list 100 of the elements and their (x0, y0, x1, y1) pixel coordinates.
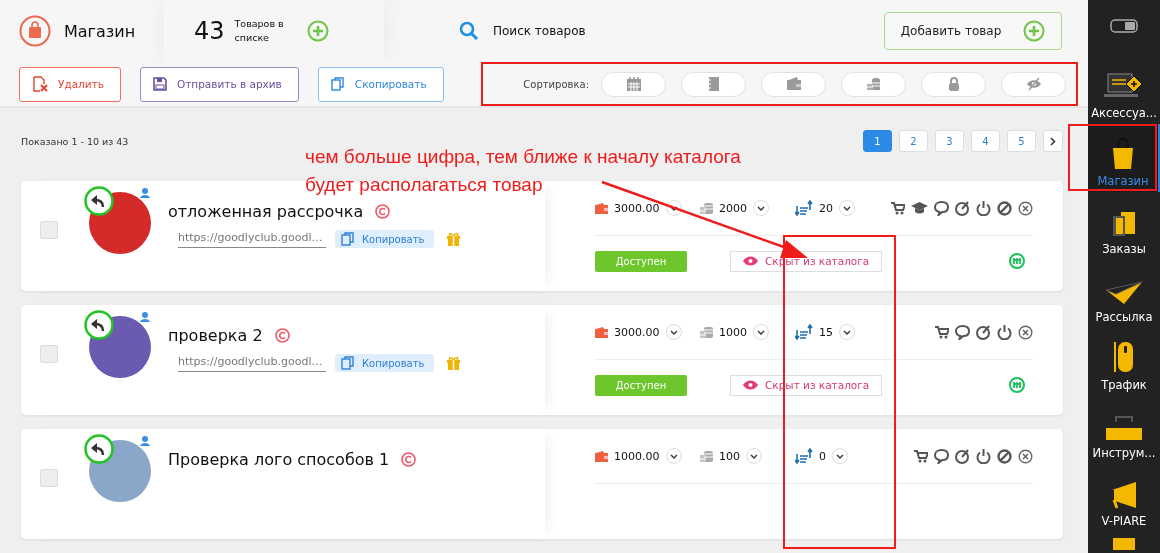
coins-icon (700, 326, 713, 338)
sort-position: 20 (819, 201, 833, 215)
sidebar-item[interactable]: Рассылка (1088, 260, 1160, 328)
sort-option[interactable] (1001, 71, 1066, 97)
sort-label: Сортировка: (523, 78, 589, 90)
sort-option[interactable] (841, 71, 906, 97)
chevron-down-icon[interactable] (750, 453, 758, 459)
copyright-icon (375, 204, 391, 219)
power-icon[interactable] (997, 324, 1012, 340)
hidden-eye-icon (1025, 76, 1042, 92)
annotation-text: чем больше цифра, тем ближе к началу каталога будет располагаться товар (305, 145, 742, 197)
search-icon[interactable] (459, 21, 479, 41)
sort-order-icon (795, 200, 813, 216)
sort-order-icon (795, 448, 813, 464)
team-icon (138, 434, 152, 448)
delete-button[interactable]: Удалить (19, 66, 121, 102)
toggle-switch-icon[interactable] (1110, 19, 1138, 33)
cart-icon[interactable] (914, 449, 928, 463)
coins-icon (865, 76, 882, 92)
graduation-cap-icon[interactable] (911, 201, 928, 215)
page-button[interactable]: 4 (971, 130, 1000, 152)
gauge-icon[interactable] (955, 448, 970, 464)
cart-icon[interactable] (935, 325, 949, 339)
page-button[interactable]: 1 (863, 130, 892, 152)
product-title[interactable]: проверка 2 (168, 326, 263, 345)
ban-icon[interactable] (997, 448, 1012, 464)
archive-button[interactable]: Отправить в архив (139, 66, 299, 102)
price: 3000.00 (614, 201, 660, 215)
copy-icon (330, 77, 345, 91)
product-link-field[interactable]: https://goodlyclub.goodl… (178, 230, 326, 248)
chevron-right-icon[interactable] (1050, 136, 1056, 146)
team-icon (138, 186, 152, 200)
delete-file-icon (32, 76, 48, 92)
coins-icon (700, 202, 713, 214)
row-checkbox[interactable] (40, 221, 58, 239)
gauge-icon[interactable] (976, 324, 991, 340)
copy-button[interactable]: Скопировать (317, 66, 444, 102)
close-icon[interactable] (1018, 448, 1033, 464)
row-checkbox[interactable] (40, 469, 58, 487)
sidebar-item[interactable]: Аксессуа... (1088, 56, 1160, 124)
copy-icon (341, 232, 355, 246)
shopping-bag-icon (19, 15, 51, 47)
eye-icon (743, 256, 758, 266)
sort-position: 0 (819, 449, 826, 463)
chevron-down-icon[interactable] (757, 329, 765, 335)
close-icon[interactable] (1018, 200, 1033, 216)
sort-position: 15 (819, 325, 833, 339)
speech-bubble-icon[interactable] (934, 200, 949, 216)
chevron-down-icon[interactable] (836, 453, 844, 459)
wallet-icon (595, 326, 608, 338)
sort-option[interactable] (681, 71, 746, 97)
chevron-down-icon[interactable] (757, 205, 765, 211)
page-button[interactable]: 3 (935, 130, 964, 152)
computer-mouse-icon (1113, 340, 1135, 374)
sidebar-item[interactable]: Инструм... (1088, 396, 1160, 464)
copyright-icon (401, 452, 417, 467)
add-product-button[interactable]: Добавить товар (884, 12, 1062, 50)
copyright-icon (274, 328, 290, 343)
chevron-down-icon[interactable] (843, 205, 851, 211)
page-button[interactable]: 2 (899, 130, 928, 152)
sidebar-item[interactable]: V-PIARE (1088, 464, 1160, 532)
price: 1000.00 (614, 449, 660, 463)
sort-order-icon (795, 324, 813, 340)
page-title: Магазин (64, 21, 137, 41)
copy-link-button[interactable]: Копировать (335, 354, 435, 372)
sidebar-item[interactable]: Магазин (1088, 124, 1160, 192)
sort-option[interactable] (601, 71, 666, 97)
wallet-icon (595, 202, 608, 214)
sort-option[interactable] (921, 71, 986, 97)
sidebar-item[interactable]: Трафик (1088, 328, 1160, 396)
power-icon[interactable] (976, 448, 991, 464)
paper-plane-icon (1104, 280, 1144, 306)
product-title[interactable]: отложенная рассрочка (168, 202, 364, 221)
product-link-field[interactable]: https://goodlyclub.goodl… (178, 354, 326, 372)
cart-icon[interactable] (891, 201, 905, 215)
speech-bubble-icon[interactable] (934, 448, 949, 464)
eye-icon (743, 380, 758, 390)
chevron-down-icon[interactable] (669, 453, 678, 459)
search-label[interactable]: Поиск товаров (493, 24, 586, 38)
row-checkbox[interactable] (40, 345, 58, 363)
copy-icon (341, 356, 355, 370)
wallet-icon (595, 450, 608, 462)
ban-icon[interactable] (997, 200, 1012, 216)
close-icon[interactable] (1018, 324, 1033, 340)
page-button[interactable]: 5 (1007, 130, 1036, 152)
chevron-down-icon[interactable] (669, 329, 678, 335)
stock-quantity: 100 (719, 449, 740, 463)
gauge-icon[interactable] (955, 200, 970, 216)
speech-bubble-icon[interactable] (955, 324, 970, 340)
chevron-down-icon[interactable] (843, 329, 851, 335)
product-title[interactable]: Проверка лого способов 1 (168, 450, 390, 469)
stock-quantity: 2000 (719, 201, 747, 215)
team-icon (138, 310, 152, 324)
calendar-icon (625, 76, 642, 92)
copy-link-button[interactable]: Копировать (335, 230, 435, 248)
product-count-label: Товаров в списке (234, 16, 285, 45)
power-icon[interactable] (976, 200, 991, 216)
sort-option[interactable] (761, 71, 826, 97)
sidebar-item[interactable]: Заказы (1088, 192, 1160, 260)
results-summary: Показано 1 - 10 из 43 (21, 136, 129, 147)
